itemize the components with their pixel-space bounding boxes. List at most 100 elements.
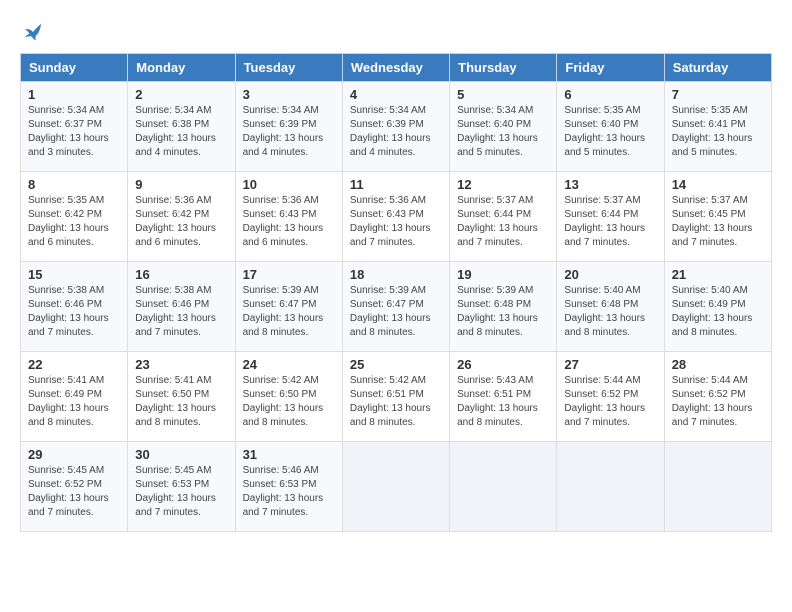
- calendar-cell: 27 Sunrise: 5:44 AM Sunset: 6:52 PM Dayl…: [557, 351, 664, 441]
- calendar-cell: 8 Sunrise: 5:35 AM Sunset: 6:42 PM Dayli…: [21, 171, 128, 261]
- column-header-thursday: Thursday: [450, 53, 557, 81]
- day-number: 19: [457, 267, 549, 282]
- day-number: 4: [350, 87, 442, 102]
- calendar-cell: 31 Sunrise: 5:46 AM Sunset: 6:53 PM Dayl…: [235, 441, 342, 531]
- day-info: Sunrise: 5:34 AM Sunset: 6:38 PM Dayligh…: [135, 104, 227, 160]
- day-info: Sunrise: 5:41 AM Sunset: 6:49 PM Dayligh…: [28, 374, 120, 430]
- calendar-cell: 23 Sunrise: 5:41 AM Sunset: 6:50 PM Dayl…: [128, 351, 235, 441]
- calendar-week-row: 29 Sunrise: 5:45 AM Sunset: 6:52 PM Dayl…: [21, 441, 772, 531]
- calendar-cell: 6 Sunrise: 5:35 AM Sunset: 6:40 PM Dayli…: [557, 81, 664, 171]
- calendar-cell: [450, 441, 557, 531]
- column-header-wednesday: Wednesday: [342, 53, 449, 81]
- page-header: [20, 20, 772, 43]
- day-info: Sunrise: 5:38 AM Sunset: 6:46 PM Dayligh…: [135, 284, 227, 340]
- day-number: 8: [28, 177, 120, 192]
- calendar-cell: 28 Sunrise: 5:44 AM Sunset: 6:52 PM Dayl…: [664, 351, 771, 441]
- calendar-cell: 17 Sunrise: 5:39 AM Sunset: 6:47 PM Dayl…: [235, 261, 342, 351]
- calendar-week-row: 15 Sunrise: 5:38 AM Sunset: 6:46 PM Dayl…: [21, 261, 772, 351]
- calendar-week-row: 1 Sunrise: 5:34 AM Sunset: 6:37 PM Dayli…: [21, 81, 772, 171]
- calendar-cell: 24 Sunrise: 5:42 AM Sunset: 6:50 PM Dayl…: [235, 351, 342, 441]
- day-info: Sunrise: 5:45 AM Sunset: 6:52 PM Dayligh…: [28, 464, 120, 520]
- day-info: Sunrise: 5:44 AM Sunset: 6:52 PM Dayligh…: [672, 374, 764, 430]
- calendar-cell: 30 Sunrise: 5:45 AM Sunset: 6:53 PM Dayl…: [128, 441, 235, 531]
- day-info: Sunrise: 5:34 AM Sunset: 6:39 PM Dayligh…: [350, 104, 442, 160]
- day-number: 12: [457, 177, 549, 192]
- day-number: 5: [457, 87, 549, 102]
- calendar-cell: 7 Sunrise: 5:35 AM Sunset: 6:41 PM Dayli…: [664, 81, 771, 171]
- day-number: 22: [28, 357, 120, 372]
- day-info: Sunrise: 5:37 AM Sunset: 6:45 PM Dayligh…: [672, 194, 764, 250]
- day-number: 15: [28, 267, 120, 282]
- column-header-saturday: Saturday: [664, 53, 771, 81]
- calendar-cell: 13 Sunrise: 5:37 AM Sunset: 6:44 PM Dayl…: [557, 171, 664, 261]
- day-number: 3: [243, 87, 335, 102]
- day-number: 31: [243, 447, 335, 462]
- day-number: 6: [564, 87, 656, 102]
- calendar-cell: 20 Sunrise: 5:40 AM Sunset: 6:48 PM Dayl…: [557, 261, 664, 351]
- day-number: 1: [28, 87, 120, 102]
- day-info: Sunrise: 5:35 AM Sunset: 6:42 PM Dayligh…: [28, 194, 120, 250]
- calendar-header-row: SundayMondayTuesdayWednesdayThursdayFrid…: [21, 53, 772, 81]
- calendar-cell: 18 Sunrise: 5:39 AM Sunset: 6:47 PM Dayl…: [342, 261, 449, 351]
- day-info: Sunrise: 5:35 AM Sunset: 6:40 PM Dayligh…: [564, 104, 656, 160]
- day-number: 29: [28, 447, 120, 462]
- day-number: 10: [243, 177, 335, 192]
- calendar-cell: 10 Sunrise: 5:36 AM Sunset: 6:43 PM Dayl…: [235, 171, 342, 261]
- day-number: 28: [672, 357, 764, 372]
- day-number: 24: [243, 357, 335, 372]
- day-info: Sunrise: 5:45 AM Sunset: 6:53 PM Dayligh…: [135, 464, 227, 520]
- day-number: 21: [672, 267, 764, 282]
- day-info: Sunrise: 5:38 AM Sunset: 6:46 PM Dayligh…: [28, 284, 120, 340]
- day-info: Sunrise: 5:34 AM Sunset: 6:37 PM Dayligh…: [28, 104, 120, 160]
- logo: [20, 20, 44, 43]
- calendar-cell: 26 Sunrise: 5:43 AM Sunset: 6:51 PM Dayl…: [450, 351, 557, 441]
- column-header-tuesday: Tuesday: [235, 53, 342, 81]
- day-info: Sunrise: 5:42 AM Sunset: 6:51 PM Dayligh…: [350, 374, 442, 430]
- day-info: Sunrise: 5:37 AM Sunset: 6:44 PM Dayligh…: [564, 194, 656, 250]
- calendar-cell: 2 Sunrise: 5:34 AM Sunset: 6:38 PM Dayli…: [128, 81, 235, 171]
- day-info: Sunrise: 5:39 AM Sunset: 6:48 PM Dayligh…: [457, 284, 549, 340]
- day-info: Sunrise: 5:46 AM Sunset: 6:53 PM Dayligh…: [243, 464, 335, 520]
- day-info: Sunrise: 5:40 AM Sunset: 6:49 PM Dayligh…: [672, 284, 764, 340]
- calendar-cell: 29 Sunrise: 5:45 AM Sunset: 6:52 PM Dayl…: [21, 441, 128, 531]
- day-info: Sunrise: 5:35 AM Sunset: 6:41 PM Dayligh…: [672, 104, 764, 160]
- calendar-cell: 12 Sunrise: 5:37 AM Sunset: 6:44 PM Dayl…: [450, 171, 557, 261]
- calendar-cell: [557, 441, 664, 531]
- day-info: Sunrise: 5:36 AM Sunset: 6:43 PM Dayligh…: [243, 194, 335, 250]
- day-number: 30: [135, 447, 227, 462]
- calendar-cell: [342, 441, 449, 531]
- column-header-sunday: Sunday: [21, 53, 128, 81]
- day-number: 13: [564, 177, 656, 192]
- calendar-week-row: 8 Sunrise: 5:35 AM Sunset: 6:42 PM Dayli…: [21, 171, 772, 261]
- day-info: Sunrise: 5:43 AM Sunset: 6:51 PM Dayligh…: [457, 374, 549, 430]
- column-header-friday: Friday: [557, 53, 664, 81]
- calendar-cell: 21 Sunrise: 5:40 AM Sunset: 6:49 PM Dayl…: [664, 261, 771, 351]
- calendar-cell: 5 Sunrise: 5:34 AM Sunset: 6:40 PM Dayli…: [450, 81, 557, 171]
- day-info: Sunrise: 5:39 AM Sunset: 6:47 PM Dayligh…: [350, 284, 442, 340]
- day-info: Sunrise: 5:41 AM Sunset: 6:50 PM Dayligh…: [135, 374, 227, 430]
- calendar-cell: 22 Sunrise: 5:41 AM Sunset: 6:49 PM Dayl…: [21, 351, 128, 441]
- day-info: Sunrise: 5:42 AM Sunset: 6:50 PM Dayligh…: [243, 374, 335, 430]
- calendar-cell: 14 Sunrise: 5:37 AM Sunset: 6:45 PM Dayl…: [664, 171, 771, 261]
- day-info: Sunrise: 5:39 AM Sunset: 6:47 PM Dayligh…: [243, 284, 335, 340]
- calendar-table: SundayMondayTuesdayWednesdayThursdayFrid…: [20, 53, 772, 532]
- calendar-cell: 4 Sunrise: 5:34 AM Sunset: 6:39 PM Dayli…: [342, 81, 449, 171]
- calendar-cell: 1 Sunrise: 5:34 AM Sunset: 6:37 PM Dayli…: [21, 81, 128, 171]
- calendar-cell: 9 Sunrise: 5:36 AM Sunset: 6:42 PM Dayli…: [128, 171, 235, 261]
- logo-bird-icon: [22, 21, 44, 43]
- day-number: 17: [243, 267, 335, 282]
- day-number: 2: [135, 87, 227, 102]
- day-info: Sunrise: 5:44 AM Sunset: 6:52 PM Dayligh…: [564, 374, 656, 430]
- calendar-cell: [664, 441, 771, 531]
- day-number: 26: [457, 357, 549, 372]
- day-number: 16: [135, 267, 227, 282]
- day-info: Sunrise: 5:36 AM Sunset: 6:43 PM Dayligh…: [350, 194, 442, 250]
- day-number: 9: [135, 177, 227, 192]
- calendar-cell: 16 Sunrise: 5:38 AM Sunset: 6:46 PM Dayl…: [128, 261, 235, 351]
- day-number: 25: [350, 357, 442, 372]
- calendar-cell: 3 Sunrise: 5:34 AM Sunset: 6:39 PM Dayli…: [235, 81, 342, 171]
- calendar-cell: 25 Sunrise: 5:42 AM Sunset: 6:51 PM Dayl…: [342, 351, 449, 441]
- column-header-monday: Monday: [128, 53, 235, 81]
- calendar-cell: 15 Sunrise: 5:38 AM Sunset: 6:46 PM Dayl…: [21, 261, 128, 351]
- day-number: 7: [672, 87, 764, 102]
